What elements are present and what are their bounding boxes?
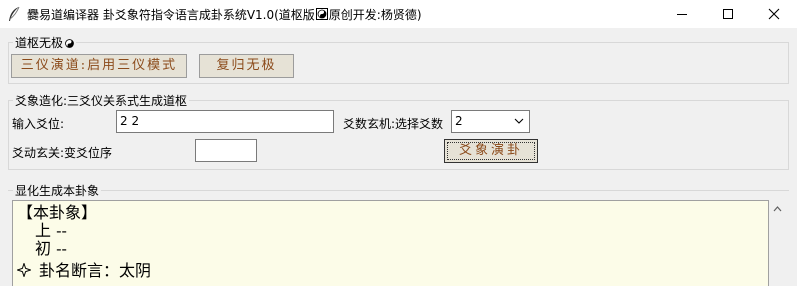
output-group-label: 显化生成本卦象: [13, 182, 102, 199]
yin-yang-icon: [65, 39, 74, 48]
output-line-top: 上 --: [35, 221, 67, 240]
hexagram-output-text[interactable]: 【本卦象】 上 -- 初 -- 卦名断言：太阴: [12, 200, 769, 286]
change-yao-input[interactable]: [195, 139, 257, 162]
yao-count-value: 2: [455, 114, 463, 128]
minimize-icon: [677, 14, 687, 15]
sparkle-star-icon: [17, 263, 31, 277]
output-line-bottom: 初 --: [35, 239, 67, 258]
maximize-icon: [723, 9, 733, 19]
yao-position-input[interactable]: 2 2: [116, 110, 334, 133]
yao-position-label: 输入爻位:: [12, 117, 65, 131]
chevron-down-icon: [514, 118, 524, 124]
focus-ring: [447, 142, 535, 160]
close-icon: [768, 8, 780, 20]
daoshu-group-title: 道枢无极: [15, 36, 64, 50]
change-yao-label: 爻动玄关:变爻位序: [12, 146, 113, 160]
yao-count-label: 爻数玄机:选择爻数: [343, 117, 444, 131]
yao-divination-button[interactable]: 爻象演卦: [444, 139, 538, 163]
feather-quill-icon: [9, 6, 20, 21]
verdict-text: 卦名断言：太阴: [39, 261, 152, 280]
output-line-verdict: 卦名断言：太阴: [17, 261, 151, 281]
yaoxiang-group-label: 爻象造化:三爻仪关系式生成道枢: [13, 92, 190, 109]
output-scrollbar[interactable]: [769, 200, 786, 286]
window-title-suffix: 原创开发:杨贤德): [328, 8, 422, 22]
yin-yang-small-icon: [315, 8, 328, 20]
output-line-header: 【本卦象】: [17, 203, 98, 222]
title-bar: 爨易道编译器 卦爻象符指令语言成卦系统V1.0(道枢版 原创开发:杨贤德): [0, 0, 797, 28]
output-group-border: [8, 190, 789, 191]
minimize-button[interactable]: [659, 0, 705, 28]
reset-wuji-button[interactable]: 复归无极: [199, 54, 294, 78]
close-button[interactable]: [751, 0, 797, 28]
window-title: 爨易道编译器 卦爻象符指令语言成卦系统V1.0(道枢版 原创开发:杨贤德): [27, 6, 422, 23]
sanyi-mode-button[interactable]: 三仪演道:启用三仪模式: [11, 54, 187, 78]
maximize-button[interactable]: [705, 0, 751, 28]
window-title-main: 爨易道编译器 卦爻象符指令语言成卦系统V1.0(道枢版: [27, 8, 315, 22]
yao-count-select[interactable]: 2: [451, 110, 530, 133]
scroll-up-arrow-icon[interactable]: [773, 206, 782, 212]
daoshu-group-label: 道枢无极: [13, 34, 77, 51]
